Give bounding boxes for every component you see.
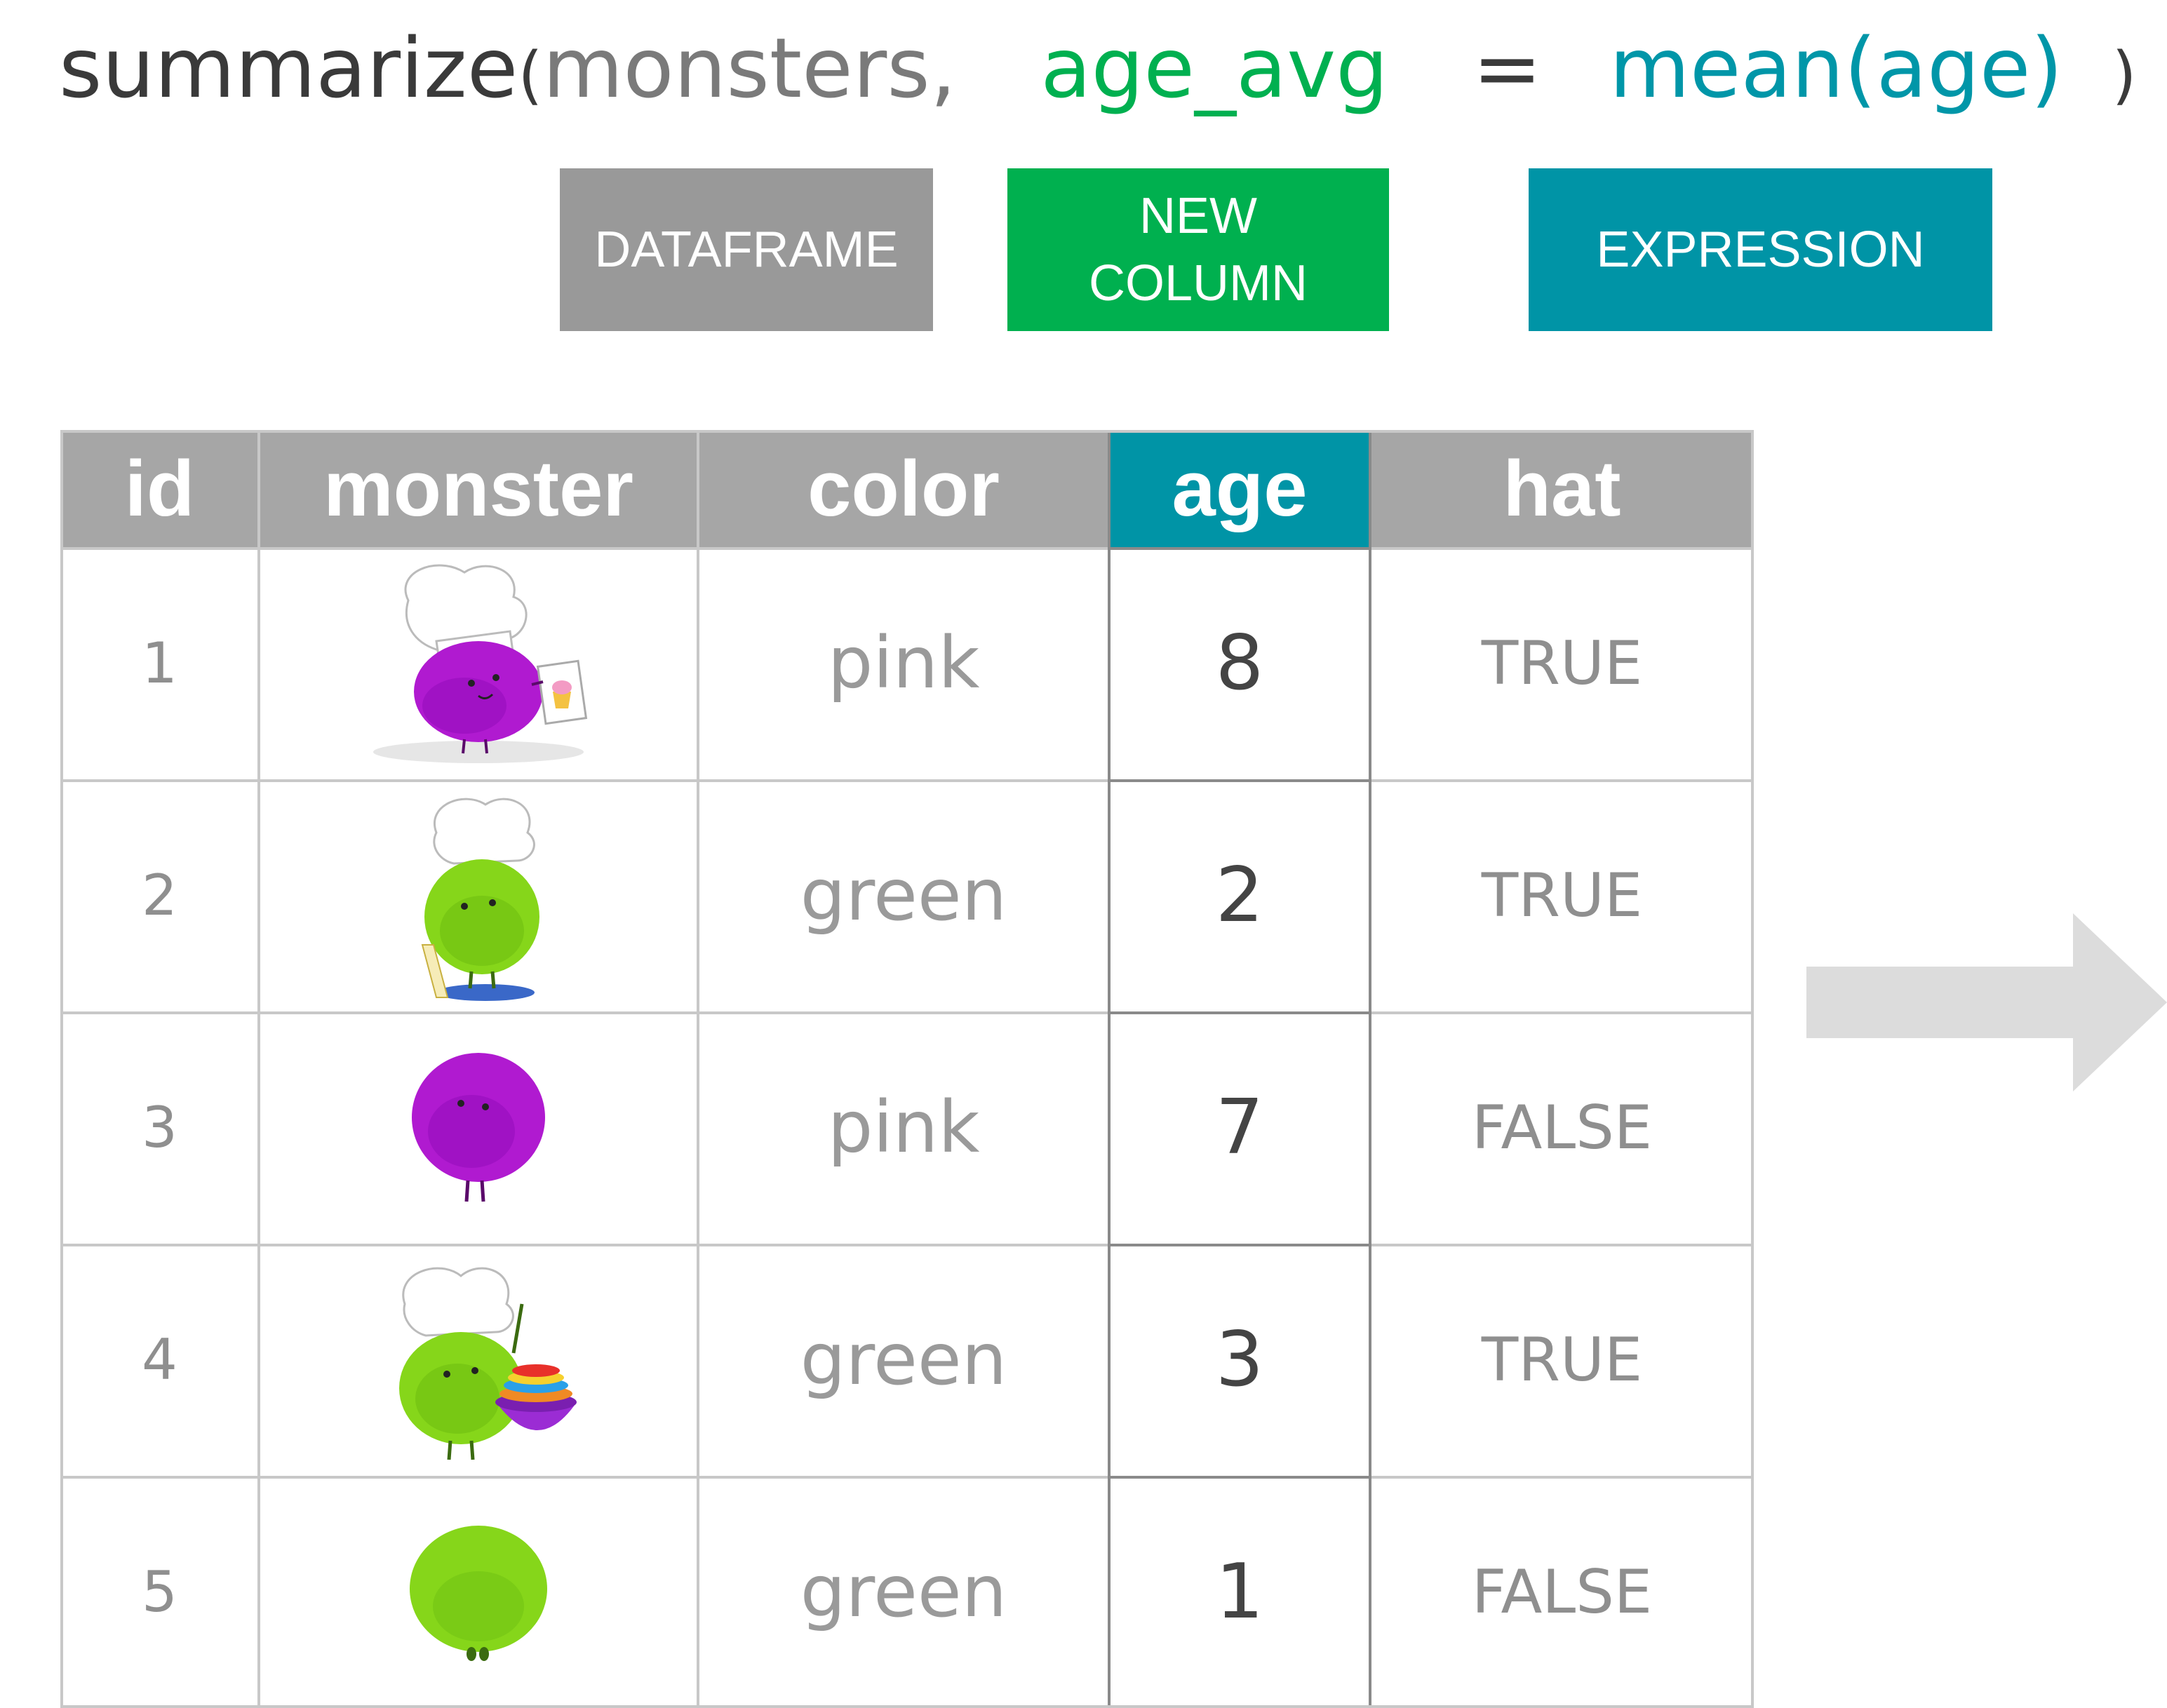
expression-label-text: EXPRESSION bbox=[1596, 222, 1925, 278]
new-column-label: NEW COLUMN bbox=[1007, 168, 1389, 331]
function-name: summarize bbox=[59, 20, 518, 116]
open-paren: ( bbox=[518, 39, 543, 112]
equals-sign: = bbox=[1472, 20, 1542, 116]
summary-expression: mean(age) bbox=[1609, 20, 2063, 116]
new-column-name: age_avg bbox=[1040, 20, 1389, 116]
close-paren: ) bbox=[2112, 39, 2137, 112]
code-expression: summarize(monsters, age_avg = mean(age)) bbox=[59, 15, 2137, 121]
new-column-label-text: NEW COLUMN bbox=[1088, 188, 1308, 311]
dataframe-argument: monsters, bbox=[542, 20, 957, 116]
expression-label: EXPRESSION bbox=[1529, 168, 1992, 331]
monsters-table: id monster color age hat 1 pink 8 TRUE 2… bbox=[60, 430, 1754, 1708]
table-border bbox=[60, 430, 1754, 1708]
dataframe-label: DATAFRAME bbox=[560, 168, 933, 331]
right-arrow-icon bbox=[1806, 913, 2167, 1091]
dataframe-label-text: DATAFRAME bbox=[594, 222, 899, 278]
